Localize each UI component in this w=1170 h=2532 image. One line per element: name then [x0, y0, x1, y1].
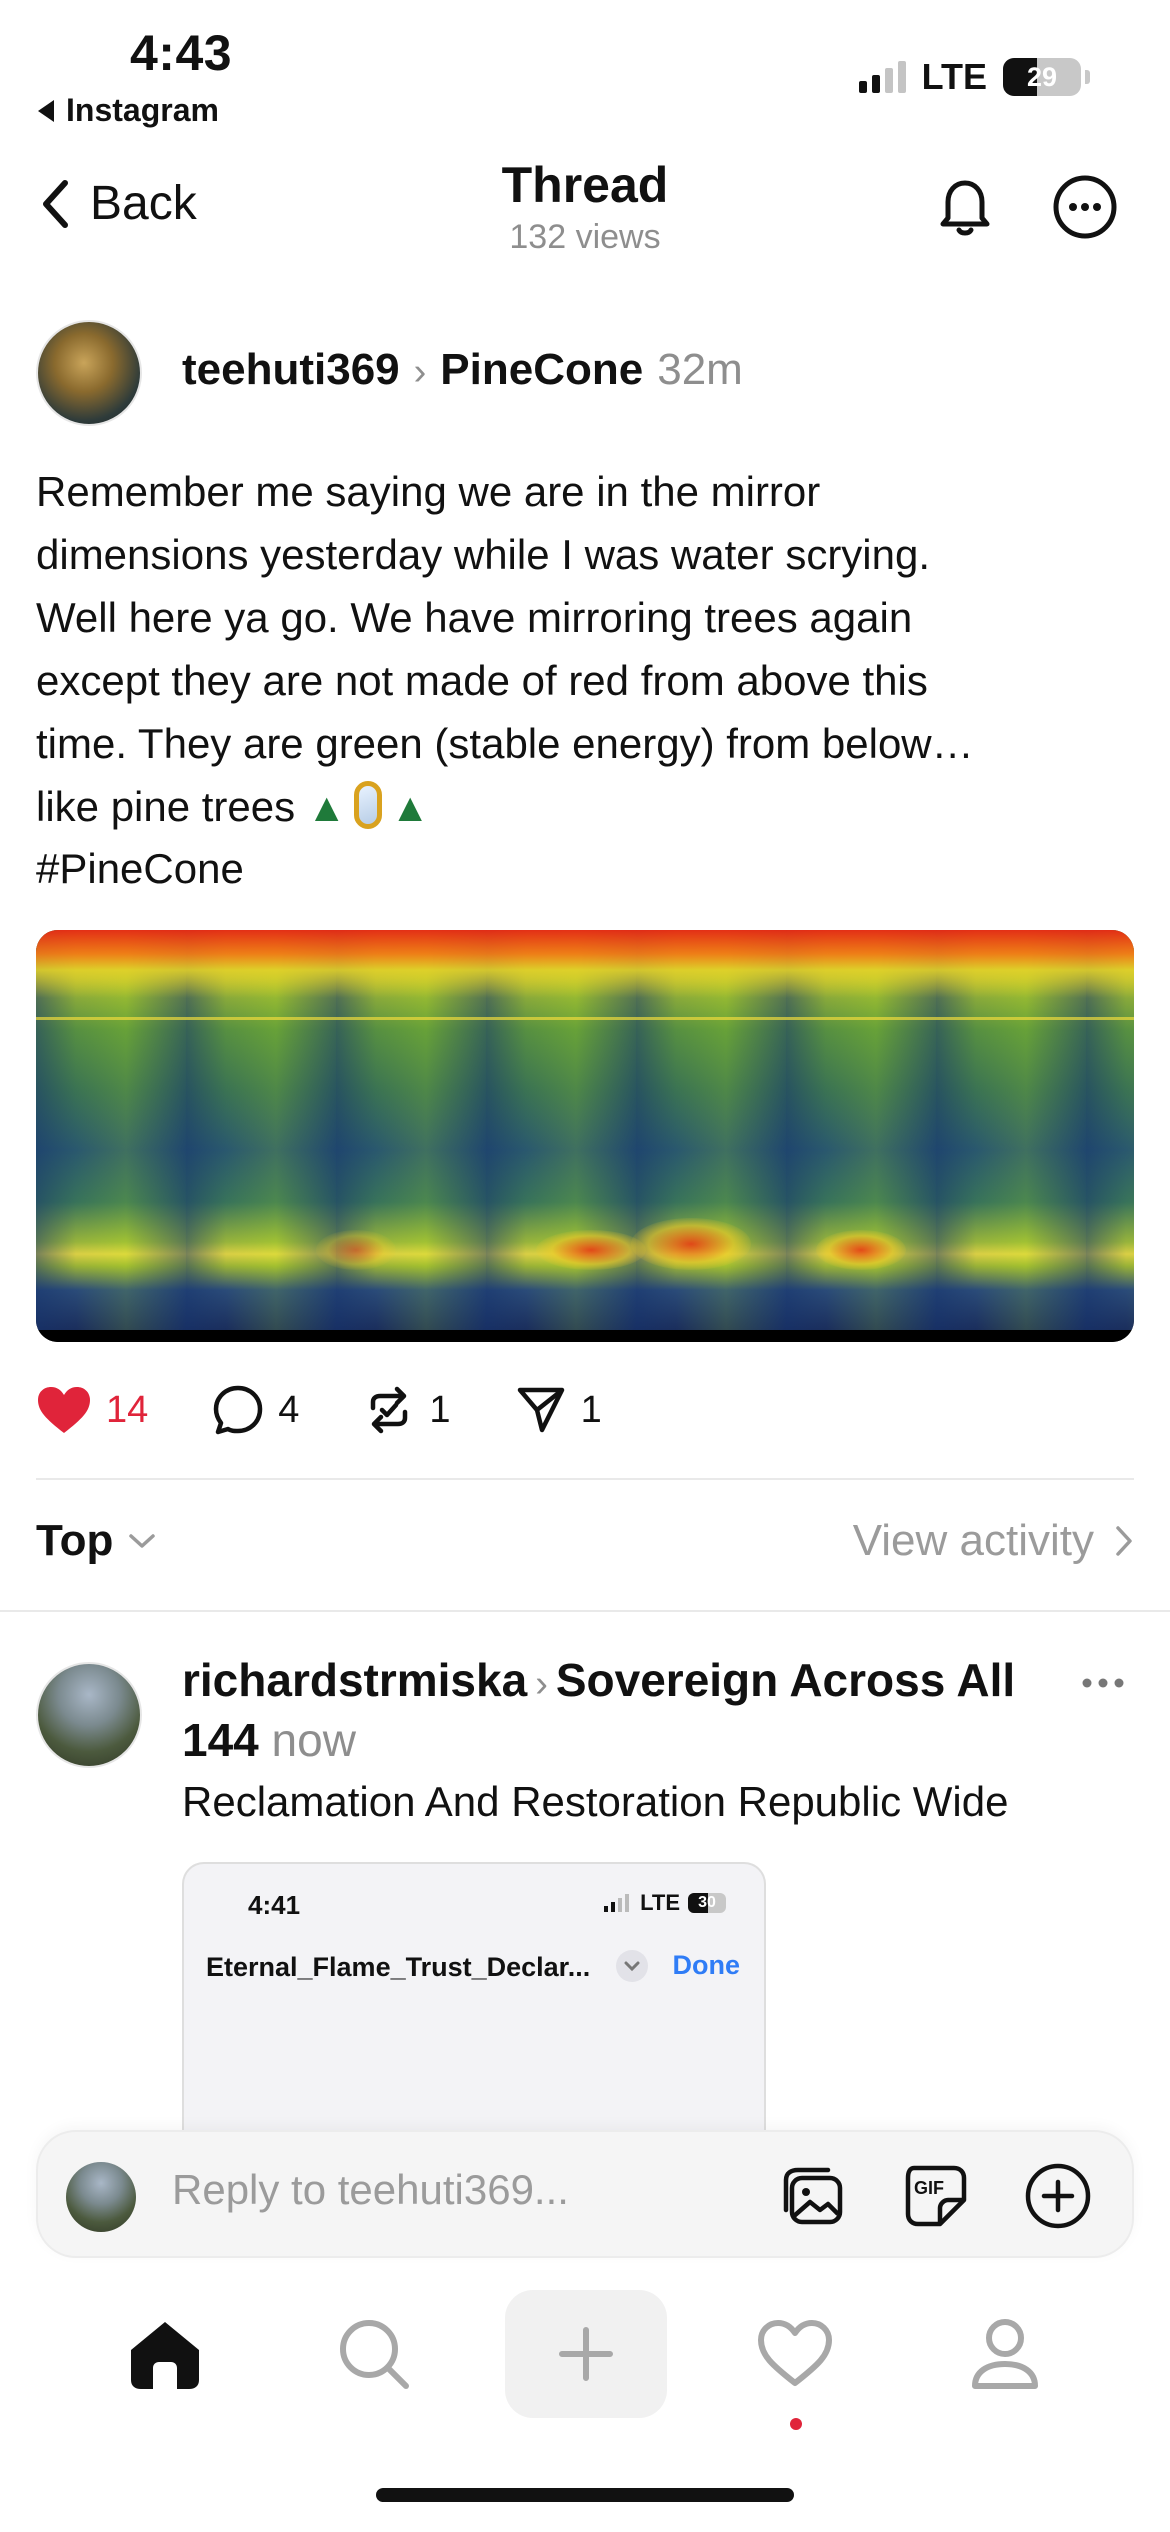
chevron-right-icon: ›: [535, 1663, 548, 1705]
reply-composer: GIF: [36, 2130, 1134, 2258]
thread-header: Back Thread 132 views: [0, 150, 1170, 270]
tab-activity[interactable]: [745, 2304, 845, 2404]
status-time: 4:43: [130, 25, 233, 81]
reply-text: Reclamation And Restoration Republic Wid…: [182, 1778, 1009, 1825]
evergreen-tree-icon: ▲: [306, 786, 347, 830]
gallery-button[interactable]: [778, 2160, 850, 2232]
reply-username[interactable]: richardstrmiska: [182, 1654, 527, 1706]
signal-icon: [604, 1894, 630, 1912]
screenshot-battery: 30: [698, 1894, 716, 1911]
sort-label: Top: [36, 1516, 114, 1565]
battery-icon: 29: [1003, 58, 1081, 96]
heart-icon: [758, 2320, 832, 2386]
bell-icon: [940, 180, 990, 236]
search-icon: [340, 2320, 409, 2389]
more-circle-icon: [1053, 175, 1117, 239]
send-icon: [517, 1387, 564, 1433]
reply-author-line: richardstrmiska › Sovereign Across All 144…: [182, 1652, 1062, 1768]
battery-level: 29: [1026, 61, 1058, 92]
post-line: except they are not made of red from abo…: [36, 657, 928, 704]
view-activity-link[interactable]: View activity: [853, 1516, 1134, 1566]
sort-dropdown[interactable]: Top: [36, 1516, 157, 1566]
avatar[interactable]: [36, 1662, 142, 1768]
post-image[interactable]: [36, 930, 1134, 1342]
status-bar: 4:43 Instagram LTE 29: [0, 0, 1170, 140]
profile-icon: [972, 2319, 1038, 2389]
tab-profile[interactable]: [955, 2304, 1055, 2404]
avatar[interactable]: [36, 320, 142, 426]
post-line: time. They are green (stable energy) fro…: [36, 720, 974, 767]
evergreen-tree-icon: ▲: [390, 786, 430, 830]
divider: [36, 1478, 1134, 1480]
screenshot-done: Done: [672, 1950, 741, 1980]
view-activity-label: View activity: [852, 1516, 1094, 1565]
screenshot-time: 4:41: [248, 1890, 301, 1920]
post-text: Remember me saying we are in the mirror …: [36, 460, 1146, 840]
share-count: 1: [580, 1388, 602, 1431]
chevron-down-icon: [129, 1534, 156, 1548]
battery-icon: 30: [688, 1893, 726, 1913]
signal-icon: [858, 61, 906, 93]
reply-image[interactable]: 4:41 LTE 30 Eternal_Flame_Trust_Declar..…: [182, 1862, 766, 2132]
like-button[interactable]: 14: [36, 1385, 148, 1435]
divider: [0, 1610, 1170, 1612]
reply-count: 4: [278, 1388, 300, 1431]
post-topic[interactable]: PineCone: [440, 345, 643, 395]
gif-icon: GIF: [905, 2165, 967, 2227]
tab-bar: [0, 2290, 1170, 2440]
repost-icon: [371, 1386, 408, 1434]
screenshot-file-name: Eternal_Flame_Trust_Declar...: [206, 1952, 591, 1982]
post-time: 32m: [657, 345, 743, 394]
tab-search[interactable]: [324, 2304, 424, 2404]
tab-create[interactable]: [505, 2290, 667, 2418]
add-attachment-button[interactable]: [1022, 2160, 1094, 2232]
post-line: Remember me saying we are in the mirror: [36, 468, 821, 515]
reply-time: now: [271, 1714, 356, 1766]
avatar: [66, 2162, 136, 2232]
home-indicator[interactable]: [376, 2488, 794, 2502]
like-count: 14: [106, 1388, 149, 1431]
post-line: dimensions yesterday while I was water s…: [36, 531, 931, 578]
comment-icon: [214, 1385, 263, 1435]
screenshot-status: LTE 30: [604, 1890, 726, 1916]
notification-button[interactable]: [930, 170, 1000, 240]
network-label: LTE: [921, 56, 987, 97]
chevron-down-icon: [616, 1950, 648, 1982]
plus-circle-icon: [1025, 2163, 1091, 2229]
post-line-last: like pine trees ▲ ▲: [36, 775, 1146, 840]
share-button[interactable]: 1: [515, 1384, 602, 1436]
mirror-icon: [354, 781, 383, 829]
post-last-line-text: like pine trees: [36, 783, 296, 830]
repost-count: 1: [429, 1388, 451, 1431]
svg-text:GIF: GIF: [914, 2178, 944, 2198]
screenshot-network: LTE: [640, 1890, 680, 1915]
reply-input[interactable]: [172, 2166, 732, 2214]
back-app-label: Instagram: [66, 92, 219, 128]
home-icon: [131, 2322, 199, 2389]
reply-button[interactable]: 4: [212, 1384, 299, 1436]
back-triangle-icon: [38, 99, 54, 122]
reply-more-button[interactable]: [1078, 1668, 1128, 1698]
post-author-line: teehuti369 › PineCone 32m: [182, 345, 743, 395]
gif-button[interactable]: GIF: [900, 2160, 972, 2232]
post-line: Well here ya go. We have mirroring trees…: [36, 594, 913, 641]
post-author[interactable]: [36, 320, 142, 426]
chevron-right-icon: ›: [413, 351, 427, 393]
repost-button[interactable]: 1: [363, 1384, 451, 1436]
post-hashtag[interactable]: #PineCone: [36, 845, 244, 893]
more-horizontal-icon: [1082, 1678, 1124, 1688]
sort-row: Top View activity: [36, 1516, 1134, 1576]
back-to-app-link[interactable]: Instagram: [38, 92, 219, 129]
spectrogram-image: [36, 930, 1134, 1330]
tab-home[interactable]: [115, 2304, 215, 2404]
status-indicators: LTE 29: [858, 56, 1090, 98]
image-gallery-icon: [783, 2167, 843, 2225]
create-icon: [559, 2327, 613, 2381]
chevron-right-icon: [1116, 1526, 1132, 1556]
notification-dot: [790, 2418, 802, 2430]
post-username[interactable]: teehuti369: [182, 345, 400, 395]
heart-filled-icon: [38, 1387, 90, 1433]
more-options-button[interactable]: [1050, 172, 1120, 242]
post-actions: 14 4 1 1: [36, 1380, 666, 1440]
